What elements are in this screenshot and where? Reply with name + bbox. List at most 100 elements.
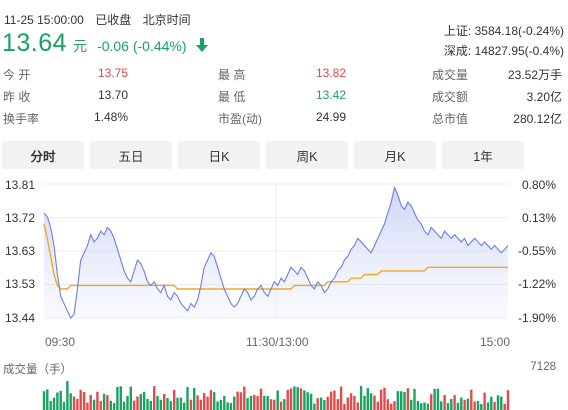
volume-bar bbox=[132, 400, 136, 410]
volume-bar bbox=[179, 397, 183, 410]
volume-bar bbox=[229, 403, 233, 410]
volume-bar bbox=[49, 401, 52, 410]
volume-bar bbox=[263, 395, 266, 410]
volume-bar bbox=[410, 399, 413, 410]
volume-bar bbox=[42, 391, 46, 410]
volume-bar bbox=[356, 402, 359, 410]
volume-bar bbox=[363, 395, 366, 410]
volume-bar bbox=[393, 401, 396, 410]
volume-bar bbox=[420, 403, 423, 410]
volume-bar bbox=[433, 388, 436, 410]
volume-bar bbox=[279, 401, 283, 410]
volume-bar bbox=[423, 402, 426, 410]
volume-bar bbox=[466, 398, 470, 410]
volume-bar bbox=[400, 391, 403, 410]
volume-bar bbox=[306, 392, 309, 410]
volume-bar bbox=[193, 387, 196, 410]
volume-bar bbox=[366, 388, 369, 410]
volume-bar bbox=[189, 399, 193, 410]
volume-bar bbox=[319, 397, 323, 410]
volume-bar bbox=[52, 397, 56, 410]
volume-bar bbox=[239, 392, 243, 410]
volume-bar bbox=[323, 400, 326, 410]
volume-bar bbox=[246, 398, 249, 410]
volume-bar bbox=[142, 391, 146, 410]
volume-bar bbox=[343, 403, 346, 410]
volume-bar bbox=[383, 387, 386, 410]
volume-bar bbox=[303, 390, 306, 410]
volume-bar bbox=[473, 401, 476, 410]
volume-bar bbox=[453, 395, 456, 410]
volume-bar bbox=[109, 400, 112, 410]
volume-bar bbox=[413, 388, 416, 410]
volume-bar bbox=[503, 403, 506, 410]
volume-bar bbox=[166, 398, 169, 410]
volume-bar bbox=[490, 396, 493, 410]
volume-bar bbox=[206, 396, 209, 410]
volume-bar bbox=[136, 396, 139, 410]
volume-bar bbox=[483, 392, 486, 410]
volume-bar bbox=[386, 399, 389, 410]
volume-bar bbox=[249, 396, 253, 410]
volume-bar bbox=[440, 401, 443, 410]
volume-bar bbox=[406, 388, 410, 410]
volume-bar bbox=[159, 399, 162, 410]
volume-bar bbox=[369, 393, 373, 410]
volume-bar bbox=[283, 399, 286, 410]
volume-bar bbox=[443, 395, 446, 410]
volume-bar bbox=[112, 403, 116, 410]
volume-bar bbox=[430, 394, 433, 410]
volume-bar bbox=[153, 386, 156, 410]
volume-bar bbox=[353, 396, 356, 410]
volume-bar bbox=[329, 391, 333, 410]
volume-bar bbox=[199, 399, 203, 410]
volume-bar bbox=[289, 388, 293, 410]
volume-bar bbox=[82, 392, 86, 410]
volume-bar bbox=[460, 397, 463, 410]
volume-bar bbox=[106, 395, 109, 410]
volume-bar bbox=[139, 394, 142, 410]
volume-bar bbox=[426, 403, 430, 410]
volume-bar bbox=[89, 394, 92, 410]
volume-bar bbox=[116, 386, 119, 410]
volume-bar bbox=[233, 396, 236, 410]
volume-bar bbox=[339, 386, 343, 410]
volume-bar bbox=[496, 395, 500, 410]
volume-bar bbox=[256, 396, 259, 410]
volume-bar bbox=[336, 399, 339, 410]
volume-bar bbox=[46, 389, 49, 410]
volume-bar bbox=[316, 398, 319, 410]
volume-bar bbox=[69, 393, 72, 410]
volume-bar bbox=[209, 390, 213, 410]
volume-bar bbox=[156, 395, 159, 410]
volume-bar bbox=[253, 395, 256, 410]
volume-bar bbox=[183, 402, 186, 410]
volume-bar bbox=[226, 402, 229, 410]
volume-bar bbox=[333, 390, 336, 410]
intraday-chart[interactable] bbox=[0, 0, 568, 410]
volume-bar bbox=[476, 401, 480, 410]
volume-bar bbox=[390, 403, 393, 410]
volume-bar bbox=[62, 402, 66, 410]
volume-bar bbox=[163, 394, 166, 410]
volume-bar bbox=[293, 386, 296, 410]
volume-bar bbox=[102, 393, 106, 410]
volume-bar bbox=[446, 403, 450, 410]
volume-bar bbox=[196, 395, 199, 410]
volume-bar bbox=[223, 395, 226, 410]
volume-bar bbox=[313, 403, 316, 410]
volume-bar bbox=[173, 389, 176, 410]
volume-bar bbox=[96, 391, 99, 410]
volume-bar bbox=[92, 399, 96, 410]
volume-bar bbox=[203, 393, 206, 410]
volume-bar bbox=[266, 396, 269, 410]
volume-bar bbox=[216, 401, 219, 410]
volume-bar bbox=[86, 402, 89, 410]
volume-bar bbox=[470, 389, 473, 410]
volume-bar bbox=[126, 395, 129, 410]
volume-bar bbox=[169, 401, 172, 410]
volume-bar bbox=[296, 387, 299, 410]
volume-bar bbox=[436, 388, 440, 410]
volume-bar bbox=[349, 393, 353, 410]
volume-bar bbox=[463, 399, 466, 410]
